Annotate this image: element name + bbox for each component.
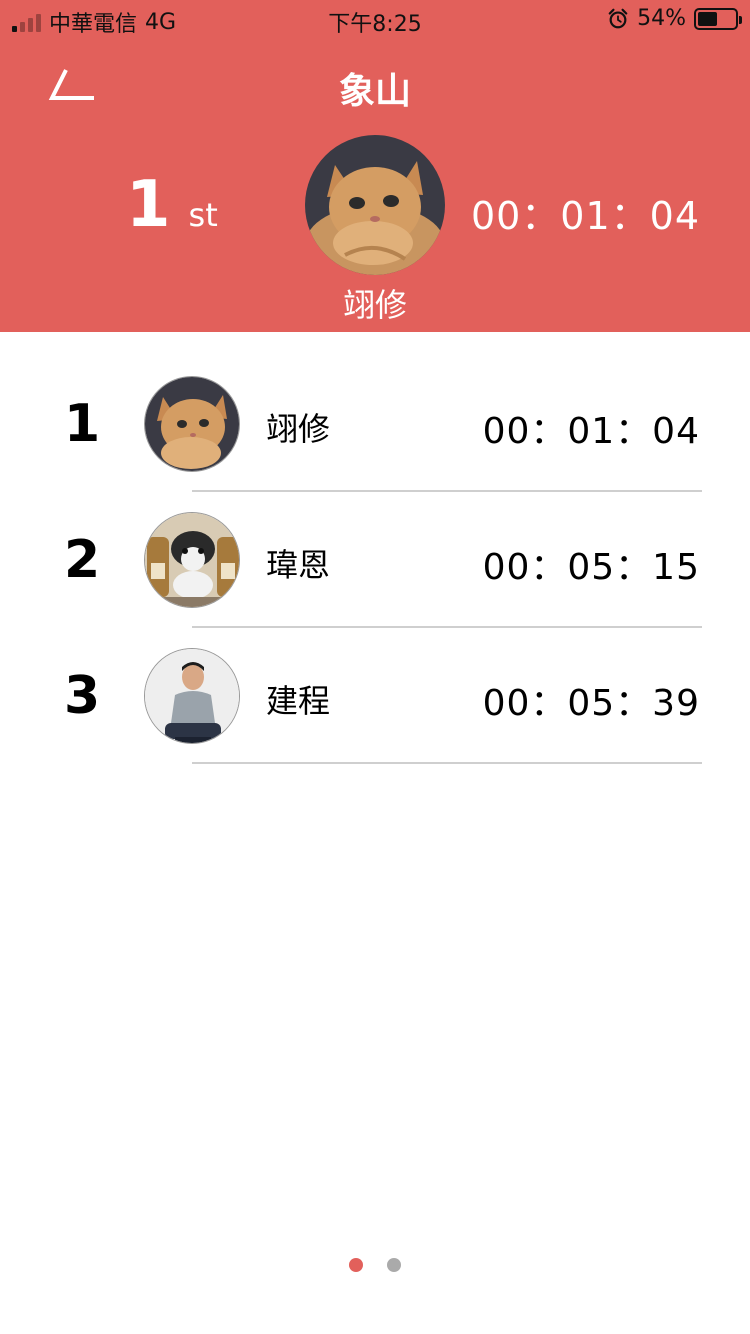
top-rank: 1 st: [126, 168, 218, 242]
status-right: 54%: [607, 6, 742, 31]
row-name: 建程: [266, 682, 331, 720]
row-rank: 3: [64, 666, 101, 726]
dog-avatar-image: [145, 513, 239, 607]
leaderboard-row[interactable]: 1 翊修 00：01：04: [0, 356, 750, 492]
avatar[interactable]: [144, 512, 240, 608]
avatar[interactable]: [144, 648, 240, 744]
top-rank-suffix: st: [188, 196, 218, 234]
person-avatar-image: [145, 649, 239, 743]
avatar[interactable]: [144, 376, 240, 472]
status-bar: 中華電信 4G 下午8:25 54%: [0, 0, 750, 40]
row-rank: 1: [64, 394, 101, 454]
row-time: 00：05：15: [482, 547, 700, 588]
leaderboard-list: 1 翊修 00：01：04 2 瑋恩 00：05：15 3 建程 00：05：3…: [0, 356, 750, 764]
alarm-clock-icon: [608, 8, 628, 28]
top-user-avatar[interactable]: [305, 135, 445, 275]
battery-percent: 54%: [637, 6, 686, 31]
row-time: 00：05：39: [482, 683, 700, 724]
top-rank-number: 1: [126, 168, 171, 242]
cat-avatar-image: [305, 135, 445, 275]
row-name: 瑋恩: [266, 546, 331, 584]
top-user-name: 翊修: [342, 286, 407, 324]
battery-icon: [694, 7, 742, 30]
row-rank: 2: [64, 530, 101, 590]
race-header: 象山 1 st 翊修 00：01：04: [0, 40, 750, 332]
row-name: 翊修: [266, 410, 331, 448]
divider: [192, 762, 702, 764]
top-user-time: 00：01：04: [470, 194, 700, 238]
row-time: 00：01：04: [482, 411, 700, 452]
cat-avatar-image: [145, 377, 239, 471]
page-dot-2[interactable]: [387, 1258, 401, 1272]
page-indicator: [0, 1258, 750, 1272]
page-dot-1[interactable]: [349, 1258, 363, 1272]
page-title: 象山: [338, 71, 411, 112]
leaderboard-row[interactable]: 3 建程 00：05：39: [0, 628, 750, 764]
leaderboard-row[interactable]: 2 瑋恩 00：05：15: [0, 492, 750, 628]
